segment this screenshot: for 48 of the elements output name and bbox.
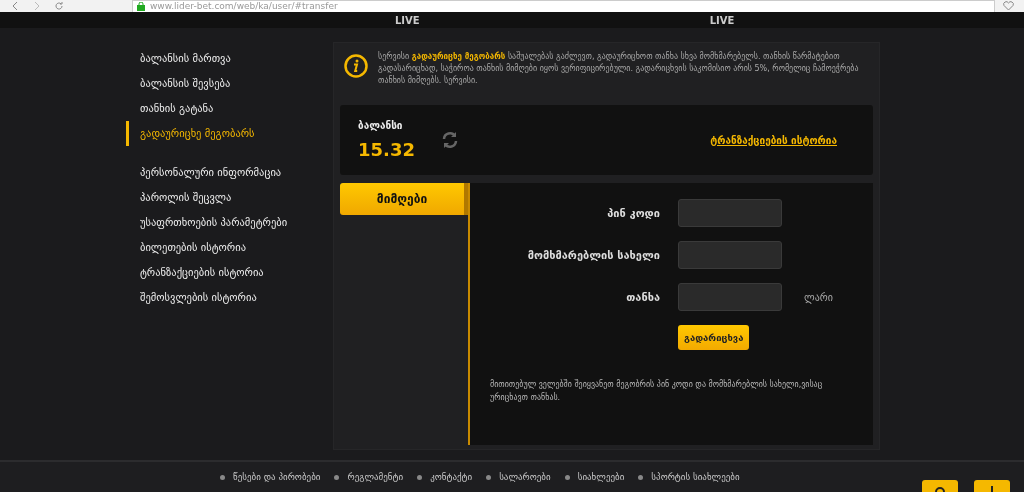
bullet-icon xyxy=(564,474,570,480)
sidebar-item[interactable]: პაროლის შეცვლა xyxy=(126,185,311,210)
nav-item[interactable]: LIVE xyxy=(395,14,420,26)
transfer-button[interactable]: გადარიცხვა xyxy=(678,325,750,350)
bullet-icon xyxy=(638,474,644,480)
field-label: მომხმარებლის სახელი xyxy=(526,248,660,262)
sidebar-item[interactable]: შემოსვლების ისტორია xyxy=(126,285,311,310)
field-label: პინ კოდი xyxy=(606,206,660,220)
sidebar-item[interactable]: პერსონალური ინფორმაცია xyxy=(126,160,311,185)
sidebar-item[interactable]: ბილეთების ისტორია xyxy=(126,235,311,260)
sidebar-item[interactable]: თანხის გატანა xyxy=(126,96,311,121)
url-text: www.lider-bet.com/web/ka/user/#transfer xyxy=(150,1,338,11)
sidebar-item[interactable]: ბალანსის მართვა xyxy=(126,46,311,71)
input-field[interactable] xyxy=(678,283,782,311)
info-text: სერვისი გადაურიცხე მეგობარს საშუალებას გაძლევთ, გადაურიცხოთ თანხა სხვა მომხმარებელს. თანხის წარმატებით გადასარიცხად, საჭიროა თანხის მიმღები იყოს ვერიფიცირებული. გადარიცხვის საკომისიო არის 5%, რომელიც ჩამოეჭრება თანხის მიმღებს. სერვისი. xyxy=(378,51,860,87)
back-icon[interactable] xyxy=(10,1,20,11)
footer-link[interactable]: რეგლამენტი xyxy=(347,472,404,482)
footer-link[interactable]: სალაროები xyxy=(499,472,551,482)
scroll-up-button[interactable] xyxy=(974,480,1010,492)
sidebar-item[interactable]: გადაურიცხე მეგობარს xyxy=(126,121,311,146)
bullet-icon xyxy=(334,474,340,480)
lock-icon xyxy=(137,1,145,11)
heart-icon[interactable] xyxy=(1003,1,1014,11)
recipient-tab[interactable]: მიმღები xyxy=(340,183,468,215)
reload-icon[interactable] xyxy=(54,1,64,11)
balance-amount: 15.32 xyxy=(358,139,415,160)
bullet-icon xyxy=(417,474,423,480)
refresh-icon[interactable] xyxy=(440,131,459,149)
footer-link[interactable]: წესები და პირობები xyxy=(233,472,321,482)
forward-icon[interactable] xyxy=(32,1,42,11)
footer-link[interactable]: სპორტის სიახლეები xyxy=(651,472,740,482)
instruction-text: მითითებულ ველებში შეიყვანეთ მეგობრის პინ კოდი და მომხმარებლის სახელი,ვისაც ურიცხავთ თანხას. xyxy=(490,378,824,404)
input-field[interactable] xyxy=(678,199,782,227)
transaction-history-link[interactable]: ტრანზაქციების ისტორია xyxy=(710,134,837,146)
nav-item[interactable]: LIVE xyxy=(709,14,735,26)
footer-link[interactable]: სიახლეები xyxy=(577,472,625,482)
bullet-icon xyxy=(220,474,225,480)
footer-link[interactable]: კონტაქტი xyxy=(430,472,473,482)
bullet-icon xyxy=(486,474,492,480)
info-icon xyxy=(344,54,368,78)
input-field[interactable] xyxy=(678,241,782,269)
sidebar-item[interactable]: ტრანზაქციების ისტორია xyxy=(126,260,311,285)
sidebar-item[interactable]: ბალანსის შევსება xyxy=(126,71,311,96)
sidebar-item[interactable]: უსაფრთხოების პარამეტრები xyxy=(126,210,311,235)
currency-unit: ლარი xyxy=(804,291,833,303)
field-label: თანხა xyxy=(625,290,660,304)
balance-label: ბალანსი xyxy=(358,120,404,131)
up-icon xyxy=(989,486,995,492)
